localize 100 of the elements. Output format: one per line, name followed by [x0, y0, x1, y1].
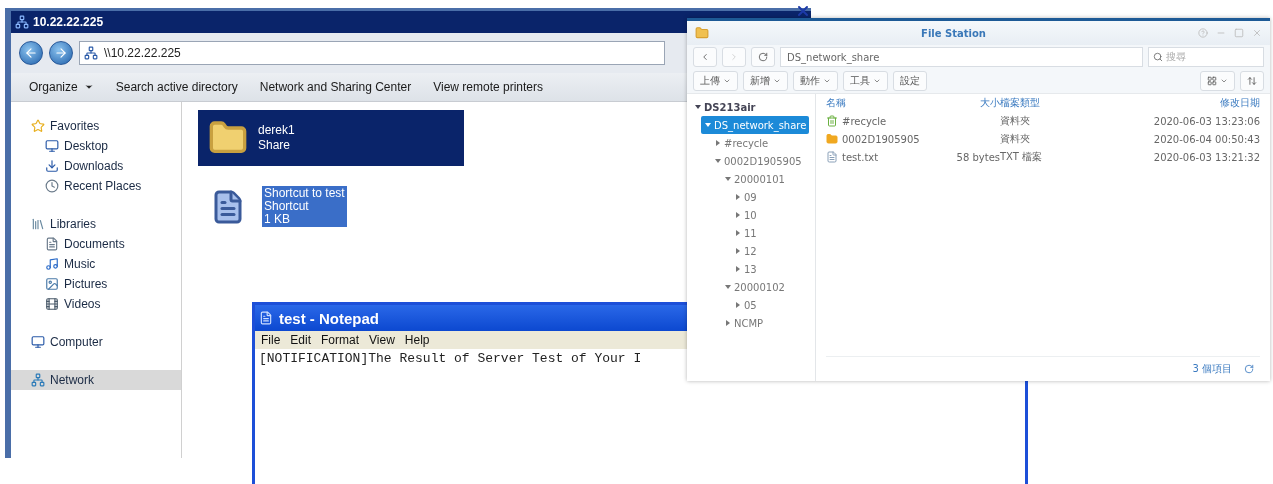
nav-item[interactable]: Network — [11, 370, 181, 390]
table-cell: 0002D1905905 — [826, 133, 930, 145]
file-icon — [826, 151, 838, 163]
nav-item[interactable]: Libraries — [11, 214, 181, 234]
tree-item[interactable]: DS213air — [691, 98, 809, 116]
toolbar-button[interactable]: View remote printers — [431, 78, 545, 96]
notepad-icon — [259, 311, 273, 325]
toolbar-button[interactable]: 工具 — [843, 71, 888, 91]
caret-icon — [773, 77, 781, 85]
toolbar-button[interactable]: 新增 — [743, 71, 788, 91]
window-title: test - Notepad — [279, 309, 379, 327]
menu-item[interactable]: View — [369, 333, 395, 347]
nav-item[interactable]: Computer — [11, 332, 181, 352]
caret-icon — [723, 77, 731, 85]
menu-item[interactable]: Help — [404, 333, 430, 347]
table-cell: #recycle — [826, 115, 930, 127]
nav-item[interactable]: Downloads — [11, 156, 181, 176]
toolbar-button[interactable]: 設定 — [893, 71, 927, 91]
caret-icon[interactable] — [735, 194, 741, 200]
nav-item[interactable]: Videos — [11, 294, 181, 314]
table-cell-text: 2020-06-04 00:50:43 — [1152, 133, 1260, 145]
forward-button[interactable] — [49, 41, 73, 65]
tree-item[interactable]: 13 — [731, 260, 809, 278]
address-field[interactable]: \\10.22.22.225 — [79, 41, 665, 65]
caret-icon[interactable] — [735, 266, 741, 272]
path-field[interactable]: DS_network_share — [780, 47, 1143, 67]
refresh-button[interactable] — [751, 47, 775, 67]
caret-icon[interactable] — [725, 284, 731, 290]
share-item[interactable]: derek1 Share — [198, 110, 464, 166]
folder-icon — [826, 133, 838, 145]
close-icon[interactable] — [795, 3, 811, 19]
nav-item[interactable]: Desktop — [11, 136, 181, 156]
clock-icon — [45, 179, 59, 193]
table-cell-text: TXT 檔案 — [1000, 150, 1044, 162]
toolbar-button[interactable]: 上傳 — [693, 71, 738, 91]
caret-icon[interactable] — [715, 158, 721, 164]
folder-icon — [695, 26, 709, 40]
tree-item[interactable]: 20000101 — [721, 170, 809, 188]
music-icon — [45, 257, 59, 271]
refresh-icon — [758, 52, 768, 62]
nav-item[interactable]: Documents — [11, 234, 181, 254]
item-label: Share — [258, 138, 292, 153]
view-button[interactable] — [1200, 71, 1235, 91]
caret-icon[interactable] — [735, 212, 741, 218]
search-placeholder: 搜尋 — [1166, 50, 1186, 64]
tree-item[interactable]: DS_network_share — [701, 116, 809, 134]
column-header[interactable]: 大小 — [930, 96, 1000, 110]
computer-icon — [31, 335, 45, 349]
caret-icon[interactable] — [695, 104, 701, 110]
network-icon — [31, 373, 45, 387]
item-count: 3 個項目 — [1192, 362, 1232, 376]
menu-item[interactable]: Edit — [290, 333, 312, 347]
caret-icon[interactable] — [725, 320, 731, 326]
tree-item[interactable]: 09 — [731, 188, 809, 206]
recycle-bin-icon — [826, 115, 838, 127]
toolbar-button[interactable]: Organize — [27, 78, 96, 96]
chevron-right-icon — [729, 52, 739, 62]
search-icon — [1153, 52, 1163, 62]
shortcut-item[interactable]: Shortcut to test Shortcut 1 KB — [262, 186, 347, 227]
caret-icon[interactable] — [735, 248, 741, 254]
column-header[interactable]: 修改日期 — [1150, 96, 1260, 110]
toolbar-button[interactable]: Network and Sharing Center — [257, 78, 414, 96]
sort-icon — [1247, 76, 1257, 86]
table-cell-text: 2020-06-03 13:23:06 — [1152, 115, 1260, 127]
nav-item[interactable]: Pictures — [11, 274, 181, 294]
back-button[interactable] — [19, 41, 43, 65]
tree-item[interactable]: NCMP — [721, 314, 809, 332]
column-header[interactable]: 檔案類型 — [1000, 96, 1150, 110]
caret-icon — [823, 77, 831, 85]
film-icon — [45, 297, 59, 311]
grid-icon — [1207, 76, 1217, 86]
tree-item[interactable]: 20000102 — [721, 278, 809, 296]
item-label: derek1 — [258, 123, 295, 138]
toolbar-button[interactable]: 動作 — [793, 71, 838, 91]
table-cell-text: 資料夾 — [1000, 132, 1031, 146]
caret-icon[interactable] — [725, 176, 731, 182]
network-icon — [84, 46, 98, 60]
picture-icon — [45, 277, 59, 291]
tree-item[interactable]: 10 — [731, 206, 809, 224]
tree-item[interactable]: 05 — [731, 296, 809, 314]
tree-item[interactable]: 0002D1905905 — [711, 152, 809, 170]
window-title: 10.22.22.225 — [33, 15, 104, 29]
tree-item[interactable]: 11 — [731, 224, 809, 242]
caret-icon — [873, 77, 881, 85]
toolbar-button[interactable]: Search active directory — [113, 78, 240, 96]
download-icon — [45, 159, 59, 173]
refresh-icon[interactable] — [1244, 364, 1254, 374]
tree-item[interactable]: 12 — [731, 242, 809, 260]
menu-item[interactable]: File — [261, 333, 281, 347]
nav-item[interactable]: Favorites — [11, 116, 181, 136]
tree-item[interactable]: #recycle — [711, 134, 809, 152]
caret-icon[interactable] — [715, 140, 721, 146]
nav-item[interactable]: Recent Places — [11, 176, 181, 196]
caret-icon[interactable] — [735, 230, 741, 236]
column-header[interactable]: 名稱 — [826, 96, 930, 110]
menu-item[interactable]: Format — [321, 333, 360, 347]
nav-item[interactable]: Music — [11, 254, 181, 274]
star-icon — [31, 119, 45, 133]
sort-button[interactable] — [1240, 71, 1264, 91]
caret-icon[interactable] — [735, 302, 741, 308]
